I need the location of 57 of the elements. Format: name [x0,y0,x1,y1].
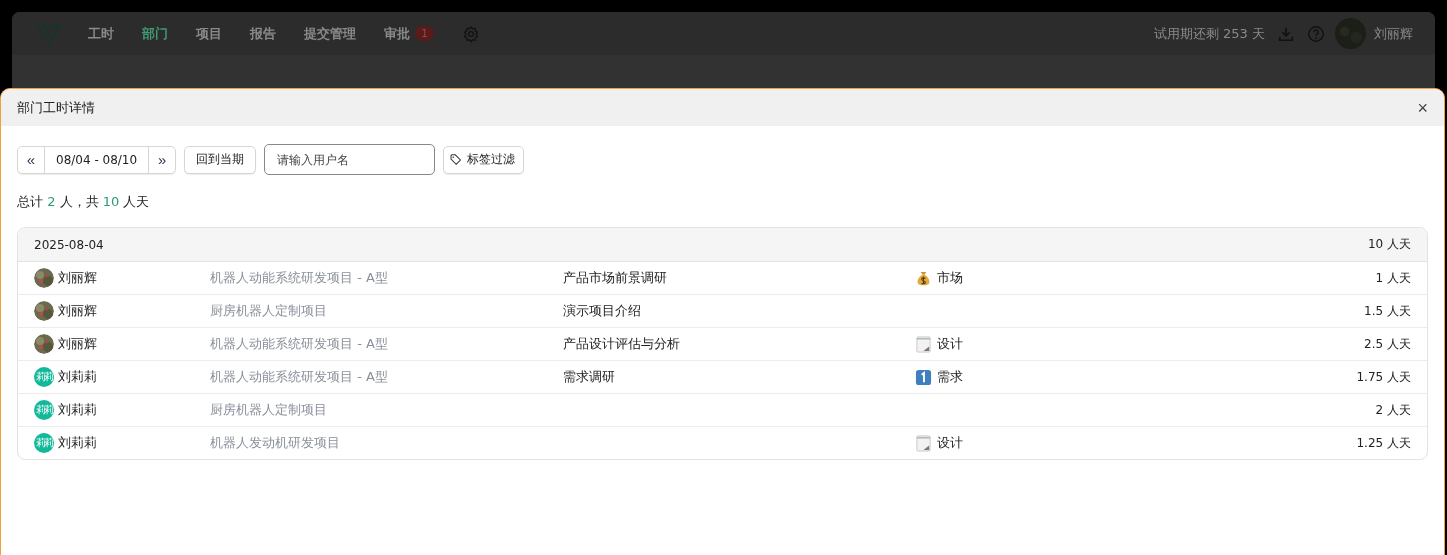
close-button[interactable]: × [1417,98,1428,117]
project-name: 机器人动能系统研发项目 - A型 [210,270,388,285]
avatar [34,268,54,288]
nav-tab[interactable]: 报告 [250,24,276,43]
avatar: 莉莉 [34,433,54,453]
task-name: 产品市场前景调研 [563,270,667,285]
nav-tab[interactable]: 项目 [196,24,222,43]
date-heading: 2025-08-04 [34,237,104,252]
current-period-button[interactable]: 回到当期 [184,145,257,174]
trial-notice: 试用期还剩 253 天 [1153,24,1265,43]
user-name: 刘丽辉 [58,302,97,320]
days-value: 1.25 人天 [1355,434,1411,452]
avatar [34,301,54,321]
dialog-title: 部门工时详情 [17,98,95,117]
project-name: 机器人动能系统研发项目 - A型 [210,336,388,351]
nav-tab[interactable]: 工时 [88,24,114,43]
project-name: 机器人动能系统研发项目 - A型 [210,369,388,384]
memo-icon [915,434,932,452]
avatar: 莉莉 [34,400,54,420]
money-bag-icon [915,269,932,287]
tag-filter-button[interactable]: 标签过滤 [443,145,525,174]
memo-icon [915,335,932,353]
username-input[interactable]: 请输入用户名 [264,144,436,175]
user-name: 刘莉莉 [58,434,97,452]
settings-icon[interactable] [462,24,480,43]
user-name: 刘莉莉 [58,401,97,419]
days-value: 1.5 人天 [1363,302,1411,320]
tag-label: 市场 [937,269,963,287]
number-key-icon [915,368,932,386]
total-days: 10 人天 [1367,236,1411,253]
user-name: 刘丽辉 [58,269,97,287]
user-name: 刘丽辉 [58,335,97,353]
tag-label: 需求 [937,368,963,386]
nav-tab[interactable]: 提交管理 [304,24,356,43]
task-name: 演示项目介绍 [563,303,641,318]
project-name: 厨房机器人定制项目 [210,303,327,318]
days-value: 2 人天 [1374,401,1411,419]
avatar: 莉莉 [34,367,54,387]
project-name: 机器人发动机研发项目 [210,435,340,450]
user-name: 刘莉莉 [58,368,97,386]
summary-text: 总计 2 人，共 10 人天 [17,193,151,211]
project-name: 厨房机器人定制项目 [210,402,327,417]
previous-week-button[interactable]: « [18,146,44,173]
user-name[interactable]: 刘丽辉 [1374,24,1413,43]
days-value: 2.5 人天 [1363,335,1411,353]
logo-icon [36,22,62,45]
nav-tab[interactable]: 部门 [142,24,168,43]
help-icon[interactable] [1307,24,1325,43]
avatar[interactable] [1335,18,1366,49]
task-name: 需求调研 [563,369,615,384]
days-value: 1 人天 [1374,269,1411,287]
task-name: 产品设计评估与分析 [563,336,680,351]
next-week-button[interactable]: » [149,146,176,173]
avatar [34,334,54,354]
tag-label: 设计 [937,335,963,353]
days-value: 1.75 人天 [1355,368,1411,386]
tag-label: 设计 [937,434,963,452]
